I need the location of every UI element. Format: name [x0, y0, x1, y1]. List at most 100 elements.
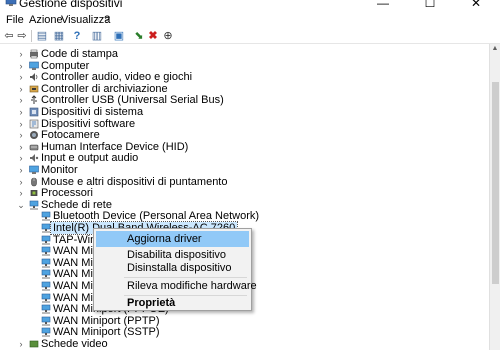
- update-driver-icon[interactable]: ▥: [90, 29, 104, 43]
- tree-category[interactable]: › Controller audio, video e giochi: [0, 71, 489, 83]
- tree-category[interactable]: › Schede video: [0, 338, 489, 350]
- minimize-button[interactable]: —: [363, 0, 403, 10]
- tree-item-label: Human Interface Device (HID): [41, 140, 189, 153]
- expand-arrow-icon[interactable]: ›: [17, 83, 25, 95]
- tree-item-label: Dispositivi software: [41, 117, 136, 130]
- expand-arrow-icon[interactable]: ›: [17, 94, 25, 106]
- maximize-button[interactable]: ☐: [410, 0, 450, 10]
- scroll-up-icon[interactable]: ▲: [490, 44, 500, 54]
- network-adapter-icon: [41, 258, 51, 268]
- toolbar-separator: [31, 30, 32, 42]
- tree-item-label: Schede video: [41, 338, 108, 350]
- usb-icon: [31, 95, 37, 105]
- menu-azione[interactable]: Azione: [29, 14, 63, 27]
- tree-category[interactable]: › Controller USB (Universal Serial Bus): [0, 94, 489, 106]
- expand-arrow-icon[interactable]: ›: [17, 338, 25, 350]
- mouse-icon: [31, 177, 37, 186]
- network-adapter-icon: [41, 212, 51, 221]
- context-menu: Aggiorna driver Disabilita dispositivo D…: [93, 228, 257, 311]
- tree-category[interactable]: › Dispositivi di sistema: [0, 106, 489, 118]
- menu-visualizza[interactable]: Visualizza: [61, 14, 110, 27]
- tree-item-label: Schede di rete: [41, 198, 112, 211]
- tree-category[interactable]: › Controller di archiviazione: [0, 83, 489, 95]
- tree-device[interactable]: WAN Miniport (PPTP): [0, 315, 489, 327]
- tree-category[interactable]: › Input e output audio: [0, 152, 489, 164]
- expand-arrow-icon[interactable]: ›: [17, 71, 25, 83]
- add-driver-icon[interactable]: ⬊: [132, 29, 146, 43]
- expand-arrow-icon[interactable]: ⌄: [17, 199, 25, 211]
- tree-category[interactable]: › Fotocamere: [0, 129, 489, 141]
- tree-category[interactable]: › Monitor: [0, 164, 489, 176]
- expand-arrow-icon[interactable]: ›: [17, 118, 25, 130]
- network-adapter-icon: [41, 235, 51, 244]
- tree-category[interactable]: › Mouse e altri dispositivi di puntamento: [0, 176, 489, 188]
- device-manager-icon: [5, 0, 17, 6]
- tree-item-label: Input e output audio: [41, 152, 139, 165]
- network-adapter-icon: [41, 270, 51, 279]
- tree-item-label: Bluetooth Device (Personal Area Network): [53, 210, 260, 223]
- tree-category[interactable]: › Processori: [0, 187, 489, 199]
- display-adapter-icon: [29, 340, 39, 348]
- expand-arrow-icon[interactable]: ›: [17, 48, 25, 60]
- scrollbar-thumb[interactable]: [492, 82, 499, 284]
- network-adapter-icon: [41, 293, 51, 302]
- view-icon[interactable]: ▦: [52, 29, 66, 43]
- tree-item-label: Controller audio, video e giochi: [41, 71, 193, 84]
- tree-category[interactable]: ⌄ Schede di rete: [0, 199, 489, 211]
- tree-category[interactable]: › Code di stampa: [0, 48, 489, 60]
- ctx-scan-hardware[interactable]: Rileva modifiche hardware: [96, 278, 257, 294]
- computer-icon: [29, 61, 39, 70]
- expand-arrow-icon[interactable]: ›: [17, 164, 25, 176]
- vertical-scrollbar[interactable]: ▲: [489, 44, 500, 350]
- expand-arrow-icon[interactable]: ›: [17, 141, 25, 153]
- network-adapter-icon: [41, 223, 51, 233]
- close-button[interactable]: ✕: [456, 0, 496, 10]
- tree-item-label: Computer: [41, 59, 90, 72]
- tree-item-label: WAN Miniport (PPTP): [53, 314, 160, 327]
- hid-icon: [29, 144, 39, 151]
- tree-item-label: Code di stampa: [41, 48, 119, 60]
- window-title: Gestione dispositivi: [19, 0, 123, 10]
- tree-device[interactable]: Bluetooth Device (Personal Area Network): [0, 210, 489, 222]
- ctx-uninstall-device[interactable]: Disinstalla dispositivo: [96, 260, 249, 276]
- tree-item-label: Dispositivi di sistema: [41, 106, 144, 118]
- expand-arrow-icon[interactable]: ›: [17, 60, 25, 72]
- tree-item-label: Monitor: [41, 164, 78, 176]
- menu-file[interactable]: File: [6, 14, 24, 27]
- expand-arrow-icon[interactable]: ›: [17, 187, 25, 199]
- ctx-update-driver[interactable]: Aggiorna driver: [96, 231, 249, 247]
- menu-help[interactable]: ?: [104, 14, 110, 27]
- tree-device[interactable]: WAN Miniport (SSTP): [0, 326, 489, 338]
- tree-item-label: Controller di archiviazione: [41, 82, 168, 95]
- network-adapter-icon: [41, 281, 51, 291]
- tree-item-label: Controller USB (Universal Serial Bus): [41, 94, 224, 107]
- tree-category[interactable]: › Computer: [0, 60, 489, 72]
- menu-bar: File Azione Visualizza ?: [0, 12, 500, 28]
- uninstall-icon[interactable]: ✖: [146, 29, 160, 43]
- tree-category[interactable]: › Dispositivi software: [0, 118, 489, 130]
- help-icon[interactable]: ?: [70, 29, 84, 43]
- forward-icon[interactable]: ⇨: [15, 29, 29, 43]
- expand-arrow-icon[interactable]: ›: [17, 129, 25, 141]
- expand-arrow-icon[interactable]: ›: [17, 152, 25, 164]
- ctx-properties[interactable]: Proprietà: [96, 295, 249, 311]
- tree-category[interactable]: › Human Interface Device (HID): [0, 141, 489, 153]
- expand-arrow-icon[interactable]: ›: [17, 176, 25, 188]
- software-device-icon: [29, 119, 39, 128]
- properties-icon[interactable]: ▤: [35, 29, 49, 43]
- scan-hardware-icon[interactable]: ▣: [112, 29, 126, 43]
- expand-arrow-icon[interactable]: ›: [17, 106, 25, 118]
- network-adapter-icon: [41, 246, 51, 256]
- title-bar: Gestione dispositivi — ☐ ✕: [0, 0, 500, 12]
- download-icon[interactable]: ⊕: [161, 29, 175, 43]
- back-icon[interactable]: ⇦: [2, 29, 16, 43]
- system-device-icon: [29, 107, 39, 117]
- toolbar: ⇦ ⇨ ▤ ▦ ? ▥ ▣ ⬊ ✖ ⊕: [0, 28, 500, 44]
